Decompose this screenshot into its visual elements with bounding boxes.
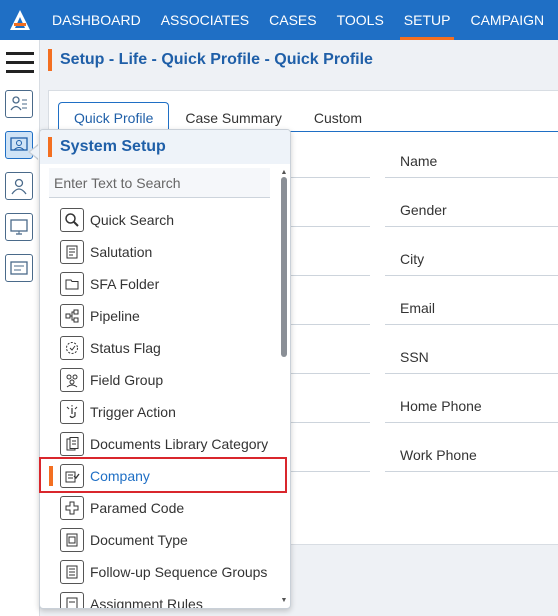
field-input-left[interactable] — [280, 340, 370, 374]
paramed-icon — [60, 496, 84, 520]
field-input-left[interactable] — [280, 144, 370, 178]
company-icon — [60, 464, 84, 488]
field-home-phone[interactable]: Home Phone — [385, 389, 558, 423]
dropdown-scrollbar[interactable]: ▲ ▼ — [280, 169, 288, 605]
dropdown-header: System Setup — [40, 130, 290, 164]
group-icon — [60, 368, 84, 392]
menu-item-sfa-folder[interactable]: SFA Folder — [40, 268, 278, 300]
nav-cases[interactable]: CASES — [259, 0, 326, 40]
menu-item-documents-library-category[interactable]: Documents Library Category — [40, 428, 278, 460]
assignment-icon — [60, 592, 84, 608]
menu-item-follow-up-sequence-groups[interactable]: Follow-up Sequence Groups — [40, 556, 278, 588]
menu-item-label: Document Type — [90, 532, 188, 548]
field-ssn[interactable]: SSN — [385, 340, 558, 374]
nav-tools[interactable]: TOOLS — [327, 0, 394, 40]
search-input[interactable] — [49, 168, 270, 198]
scroll-thumb[interactable] — [281, 177, 287, 357]
menu-item-status-flag[interactable]: Status Flag — [40, 332, 278, 364]
user-icon[interactable] — [5, 172, 33, 200]
nav-associates[interactable]: ASSOCIATES — [151, 0, 259, 40]
menu-item-label: Documents Library Category — [90, 436, 269, 452]
document-type-icon — [60, 528, 84, 552]
menu-item-field-group[interactable]: Field Group — [40, 364, 278, 396]
top-nav-bar: DASHBOARD ASSOCIATES CASES TOOLS SETUP C… — [0, 0, 558, 40]
setup-menu-list: Quick Search Salutation SFA Folder Pipel… — [40, 204, 278, 609]
nav-dashboard[interactable]: DASHBOARD — [42, 0, 151, 40]
menu-item-salutation[interactable]: Salutation — [40, 236, 278, 268]
menu-item-pipeline[interactable]: Pipeline — [40, 300, 278, 332]
menu-item-label: Pipeline — [90, 308, 140, 324]
nav-setup[interactable]: SETUP — [394, 0, 461, 40]
menu-item-paramed-code[interactable]: Paramed Code — [40, 492, 278, 524]
menu-item-label: Company — [90, 468, 150, 484]
dropdown-pointer-inner — [30, 145, 39, 159]
left-rail — [0, 40, 40, 616]
folder-icon — [60, 272, 84, 296]
field-email[interactable]: Email — [385, 291, 558, 325]
system-setup-dropdown: System Setup Quick Search Salutation SFA… — [39, 129, 291, 609]
nav-campaign[interactable]: CAMPAIGN — [460, 0, 554, 40]
field-city[interactable]: City — [385, 242, 558, 276]
menu-item-quick-search[interactable]: Quick Search — [40, 204, 278, 236]
scroll-up-arrow-icon[interactable]: ▲ — [280, 169, 288, 177]
field-gender[interactable]: Gender — [385, 193, 558, 227]
menu-item-label: Quick Search — [90, 212, 175, 228]
logo-icon — [10, 10, 30, 30]
menu-item-label: Assignment Rules — [90, 596, 203, 609]
header-accent — [48, 137, 52, 157]
followup-icon — [60, 560, 84, 584]
trigger-icon — [60, 400, 84, 424]
monitor-icon[interactable] — [5, 213, 33, 241]
library-icon — [60, 432, 84, 456]
scroll-down-arrow-icon[interactable]: ▼ — [280, 597, 288, 605]
menu-item-label: Trigger Action — [90, 404, 176, 420]
menu-item-label: Field Group — [90, 372, 164, 388]
app-logo[interactable] — [0, 0, 40, 40]
menu-item-label: Follow-up Sequence Groups — [90, 564, 268, 580]
menu-item-label: Paramed Code — [90, 500, 185, 516]
menu-item-label: SFA Folder — [90, 276, 160, 292]
field-input-left[interactable] — [280, 242, 370, 276]
field-input-left[interactable] — [280, 438, 370, 472]
field-input-left[interactable] — [280, 389, 370, 423]
field-name[interactable]: Name — [385, 144, 558, 178]
page-title: Setup - Life - Quick Profile - Quick Pro… — [60, 51, 373, 68]
menu-item-assignment-rules[interactable]: Assignment Rules — [40, 588, 278, 609]
hamburger-menu-icon[interactable] — [6, 52, 34, 74]
pipeline-icon — [60, 304, 84, 328]
menu-item-label: Status Flag — [90, 340, 161, 356]
breadcrumb: Setup - Life - Quick Profile - Quick Pro… — [48, 46, 373, 74]
menu-item-company[interactable]: Company — [40, 460, 278, 492]
search-icon — [60, 208, 84, 232]
menu-item-label: Salutation — [90, 244, 153, 260]
field-input-left[interactable] — [280, 291, 370, 325]
menu-item-document-type[interactable]: Document Type — [40, 524, 278, 556]
field-work-phone[interactable]: Work Phone — [385, 438, 558, 472]
breadcrumb-accent — [48, 49, 52, 71]
document-icon — [60, 240, 84, 264]
profile-list-icon[interactable] — [5, 90, 33, 118]
card-icon[interactable] — [5, 254, 33, 282]
dropdown-title: System Setup — [60, 138, 166, 155]
field-input-left[interactable] — [280, 193, 370, 227]
menu-item-trigger-action[interactable]: Trigger Action — [40, 396, 278, 428]
status-flag-icon — [60, 336, 84, 360]
tab-custom[interactable]: Custom — [298, 102, 378, 133]
main-nav: DASHBOARD ASSOCIATES CASES TOOLS SETUP C… — [42, 0, 554, 40]
